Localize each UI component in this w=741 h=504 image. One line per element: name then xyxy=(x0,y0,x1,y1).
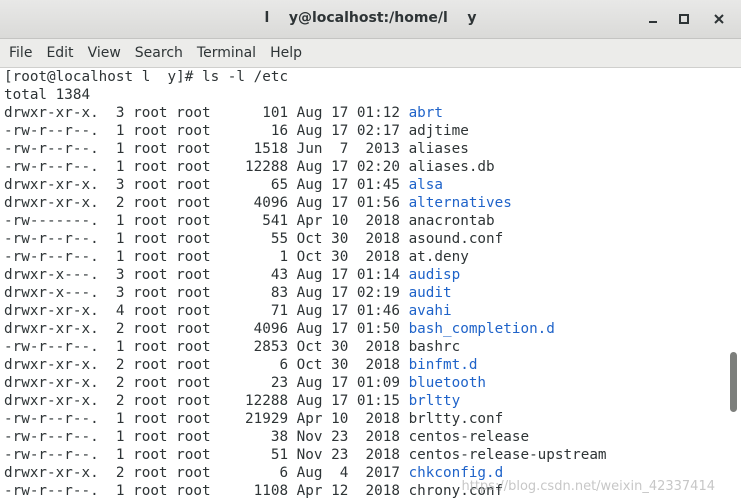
listing-row: -rw-r--r--. 1 root root 12288 Aug 17 02:… xyxy=(4,158,495,176)
listing-row: -rw-r--r--. 1 root root 2853 Oct 30 2018… xyxy=(4,338,460,356)
listing-meta: drwxr-xr-x. 2 root root 6 Oct 30 2018 xyxy=(4,357,409,373)
listing-meta: -rw-r--r--. 1 root root 12288 Aug 17 02:… xyxy=(4,159,409,175)
minimize-icon xyxy=(649,21,657,23)
directory-name: alternatives xyxy=(408,195,512,211)
listing-meta: -rw-r--r--. 1 root root 55 Oct 30 2018 xyxy=(4,231,409,247)
directory-name: alsa xyxy=(408,177,443,193)
listing-row: -rw-r--r--. 1 root root 51 Nov 23 2018 c… xyxy=(4,446,607,464)
listing-row: -rw-r--r--. 1 root root 21929 Apr 10 201… xyxy=(4,410,503,428)
menu-edit[interactable]: Edit xyxy=(46,45,73,61)
listing-row: drwxr-xr-x. 3 root root 101 Aug 17 01:12… xyxy=(4,104,443,122)
listing-meta: drwxr-xr-x. 4 root root 71 Aug 17 01:46 xyxy=(4,303,409,319)
menu-file[interactable]: File xyxy=(9,45,32,61)
listing-row: drwxr-xr-x. 3 root root 65 Aug 17 01:45 … xyxy=(4,176,443,194)
listing-meta: -rw-r--r--. 1 root root 16 Aug 17 02:17 xyxy=(4,123,409,139)
listing-meta: -rw-r--r--. 1 root root 1108 Apr 12 2018 xyxy=(4,483,409,499)
listing-meta: drwxr-xr-x. 2 root root 12288 Aug 17 01:… xyxy=(4,393,409,409)
listing-meta: -rw-r--r--. 1 root root 2853 Oct 30 2018 xyxy=(4,339,409,355)
listing-row: drwxr-x---. 3 root root 43 Aug 17 01:14 … xyxy=(4,266,460,284)
listing-meta: -rw-r--r--. 1 root root 21929 Apr 10 201… xyxy=(4,411,409,427)
listing-row: -rw-r--r--. 1 root root 1 Oct 30 2018 at… xyxy=(4,248,469,266)
title-bar[interactable]: l y@localhost:/home/l y xyxy=(0,0,741,39)
listing-meta: -rw-r--r--. 1 root root 51 Nov 23 2018 xyxy=(4,447,409,463)
listing-meta: drwxr-xr-x. 2 root root 4096 Aug 17 01:5… xyxy=(4,195,409,211)
menu-help[interactable]: Help xyxy=(270,45,302,61)
listing-row: drwxr-xr-x. 2 root root 6 Oct 30 2018 bi… xyxy=(4,356,477,374)
directory-name: audisp xyxy=(408,267,461,283)
listing-row: -rw-r--r--. 1 root root 16 Aug 17 02:17 … xyxy=(4,122,469,140)
listing-meta: -rw-r--r--. 1 root root 1518 Jun 7 2013 xyxy=(4,141,409,157)
listing-meta: drwxr-x---. 3 root root 83 Aug 17 02:19 xyxy=(4,285,409,301)
file-name: at.deny xyxy=(408,249,469,265)
maximize-icon xyxy=(679,14,689,24)
listing-row: drwxr-x---. 3 root root 83 Aug 17 02:19 … xyxy=(4,284,452,302)
listing-row: drwxr-xr-x. 2 root root 6 Aug 4 2017 chk… xyxy=(4,464,503,482)
maximize-button[interactable] xyxy=(674,9,694,29)
file-name: aliases.db xyxy=(408,159,495,175)
directory-name: bash_completion.d xyxy=(408,321,555,337)
close-button[interactable] xyxy=(709,9,729,29)
file-name: asound.conf xyxy=(408,231,504,247)
directory-name: brltty xyxy=(408,393,461,409)
file-name: anacrontab xyxy=(408,213,495,229)
listing-meta: drwxr-xr-x. 2 root root 23 Aug 17 01:09 xyxy=(4,375,409,391)
minimize-button[interactable] xyxy=(643,9,663,29)
close-icon xyxy=(714,14,724,24)
directory-name: binfmt.d xyxy=(408,357,478,373)
menu-terminal[interactable]: Terminal xyxy=(197,45,256,61)
listing-row: drwxr-xr-x. 2 root root 4096 Aug 17 01:5… xyxy=(4,194,512,212)
directory-name: abrt xyxy=(408,105,443,121)
menu-search[interactable]: Search xyxy=(135,45,183,61)
listing-meta: drwxr-xr-x. 3 root root 101 Aug 17 01:12 xyxy=(4,105,409,121)
listing-row: -rw-r--r--. 1 root root 1518 Jun 7 2013 … xyxy=(4,140,469,158)
listing-meta: -rw-r--r--. 1 root root 38 Nov 23 2018 xyxy=(4,429,409,445)
watermark: https://blog.csdn.net/weixin_42337414 xyxy=(461,479,715,494)
terminal-output[interactable]: [root@localhost l y]# ls -l /etc total 1… xyxy=(0,68,727,504)
total-line: total 1384 xyxy=(4,87,91,103)
file-name: centos-release xyxy=(408,429,530,445)
listing-meta: drwxr-xr-x. 3 root root 65 Aug 17 01:45 xyxy=(4,177,409,193)
file-name: centos-release-upstream xyxy=(408,447,607,463)
directory-name: avahi xyxy=(408,303,452,319)
terminal-window: l y@localhost:/home/l y File Edit View S… xyxy=(0,0,741,504)
file-name: aliases xyxy=(408,141,469,157)
listing-row: -rw-r--r--. 1 root root 55 Oct 30 2018 a… xyxy=(4,230,503,248)
file-name: bashrc xyxy=(408,339,461,355)
menu-view[interactable]: View xyxy=(88,45,121,61)
listing-meta: drwxr-x---. 3 root root 43 Aug 17 01:14 xyxy=(4,267,409,283)
listing-meta: drwxr-xr-x. 2 root root 4096 Aug 17 01:5… xyxy=(4,321,409,337)
listing-row: -rw-r--r--. 1 root root 1108 Apr 12 2018… xyxy=(4,482,503,500)
file-name: brltty.conf xyxy=(408,411,504,427)
listing-row: drwxr-xr-x. 2 root root 23 Aug 17 01:09 … xyxy=(4,374,486,392)
scrollbar-thumb[interactable] xyxy=(730,352,737,412)
listing-row: drwxr-xr-x. 2 root root 4096 Aug 17 01:5… xyxy=(4,320,555,338)
menu-bar: File Edit View Search Terminal Help xyxy=(0,39,741,68)
vertical-scrollbar[interactable] xyxy=(727,68,741,504)
listing-row: drwxr-xr-x. 2 root root 12288 Aug 17 01:… xyxy=(4,392,460,410)
listing-meta: drwxr-xr-x. 2 root root 6 Aug 4 2017 xyxy=(4,465,409,481)
listing-row: -rw-r--r--. 1 root root 38 Nov 23 2018 c… xyxy=(4,428,529,446)
listing-meta: -rw-r--r--. 1 root root 1 Oct 30 2018 xyxy=(4,249,409,265)
listing-row: drwxr-xr-x. 4 root root 71 Aug 17 01:46 … xyxy=(4,302,452,320)
directory-name: audit xyxy=(408,285,452,301)
directory-name: bluetooth xyxy=(408,375,487,391)
listing-meta: -rw-------. 1 root root 541 Apr 10 2018 xyxy=(4,213,409,229)
command-prompt-line: [root@localhost l y]# ls -l /etc xyxy=(4,69,289,85)
file-name: adjtime xyxy=(408,123,469,139)
listing-row: -rw-------. 1 root root 541 Apr 10 2018 … xyxy=(4,212,495,230)
window-title: l y@localhost:/home/l y xyxy=(264,10,477,26)
